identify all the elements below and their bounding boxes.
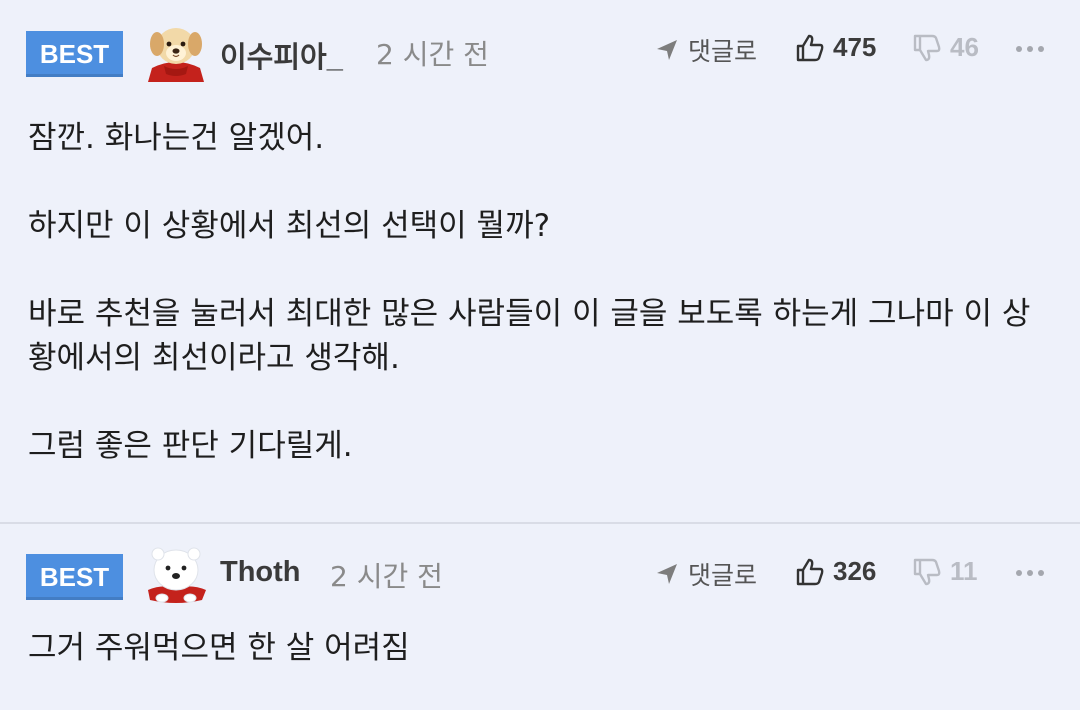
puppy-avatar-icon[interactable] <box>142 22 210 82</box>
upvote-count: 326 <box>833 556 877 586</box>
comment-paragraph: 그거 주워먹으면 한 살 어려짐 <box>28 630 410 666</box>
reply-arrow-icon <box>657 40 677 60</box>
comment-body: 잠깐. 화나는건 알겠어. 하지만 이 상황에서 최선의 선택이 뭘까? 바로 … <box>28 116 1050 468</box>
comment-time: 2 시간 전 <box>376 38 489 71</box>
best-badge: BEST <box>26 554 123 600</box>
upvote-button[interactable]: 475 <box>795 32 876 63</box>
reply-button[interactable]: 댓글로 <box>654 556 757 592</box>
comment-paragraph: 그럼 좋은 판단 기다릴게. <box>28 428 353 464</box>
thumbs-up-icon <box>796 34 824 61</box>
author-nickname[interactable]: Thoth <box>220 556 301 589</box>
comment-paragraph: 바로 추천을 눌러서 최대한 많은 사람들이 이 글을 보도록 하는게 그나마 … <box>28 296 1031 376</box>
comment-item: BEST Thoth 2 시간 전 댓글로 326 11 그거 주워먹으면 한 … <box>0 522 1080 710</box>
reply-label: 댓글로 <box>688 561 758 590</box>
reply-label: 댓글로 <box>688 37 758 66</box>
downvote-count: 46 <box>950 32 979 62</box>
comment-body: 그거 주워먹으면 한 살 어려짐 <box>28 626 1050 670</box>
reply-arrow-icon <box>657 564 677 584</box>
author-nickname[interactable]: 이수피아_ <box>220 34 343 76</box>
comment-paragraph: 잠깐. 화나는건 알겠어. <box>28 120 325 156</box>
upvote-count: 475 <box>833 32 877 62</box>
comment-paragraph: 하지만 이 상황에서 최선의 선택이 뭘까? <box>28 208 551 244</box>
thumbs-down-icon <box>913 34 941 61</box>
more-options-icon[interactable] <box>1016 46 1044 56</box>
comment-time: 2 시간 전 <box>330 560 443 593</box>
thumbs-down-icon <box>913 558 941 585</box>
upvote-button[interactable]: 326 <box>795 556 876 587</box>
downvote-button[interactable]: 46 <box>912 32 979 63</box>
best-badge: BEST <box>26 31 123 77</box>
reply-button[interactable]: 댓글로 <box>654 32 757 68</box>
downvote-button[interactable]: 11 <box>912 556 978 587</box>
more-options-icon[interactable] <box>1016 570 1044 580</box>
polar-bear-avatar-icon[interactable] <box>142 544 210 604</box>
thumbs-up-icon <box>796 558 824 585</box>
comment-item: BEST 이수피아_ 2 시간 전 댓글로 475 46 잠깐. 화나는건 알겠… <box>0 0 1080 522</box>
downvote-count: 11 <box>950 556 978 586</box>
